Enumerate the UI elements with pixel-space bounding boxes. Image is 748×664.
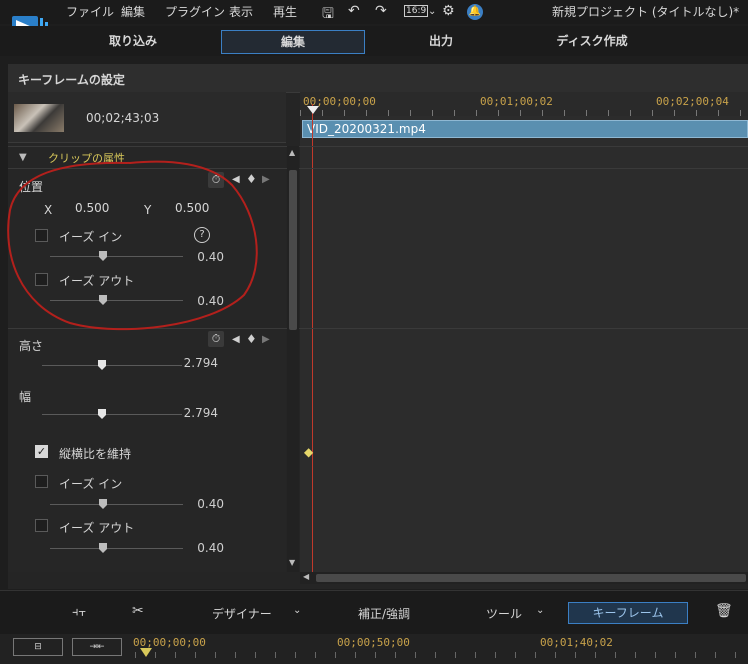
thumb-timecode: 00;02;43;03	[86, 111, 160, 125]
scroll-thumb[interactable]	[289, 170, 297, 330]
playhead-handle-icon[interactable]	[307, 106, 319, 114]
keyframe-marker-icon[interactable]: ◆	[304, 445, 313, 459]
add-keyframe-icon[interactable]: ♦	[246, 332, 257, 346]
scroll-up-icon[interactable]: ▲	[289, 148, 295, 157]
bottom-ruler-label: 00;01;40;02	[540, 636, 613, 649]
height-label: 高さ	[19, 339, 44, 353]
split-icon[interactable]: ⫞⫟	[72, 605, 86, 620]
scroll-left-icon[interactable]: ◀	[303, 572, 309, 581]
notification-icon[interactable]: 🔔	[467, 4, 483, 20]
prev-keyframe-icon[interactable]: ◀	[232, 334, 240, 345]
next-keyframe-icon[interactable]: ▶	[262, 334, 270, 345]
menu-playback[interactable]: 再生	[273, 3, 297, 20]
tab-edit[interactable]: 編集	[221, 30, 365, 54]
ease-in-value-2: 0.40	[197, 497, 224, 511]
save-icon[interactable]: 🖫	[322, 3, 334, 27]
panel-title: キーフレームの設定	[18, 73, 125, 87]
menu-view[interactable]: 表示	[229, 3, 253, 20]
scissors-icon[interactable]: ✂	[132, 603, 144, 619]
aspect-ratio-button[interactable]: 16:9	[404, 5, 429, 17]
main-timeline-strip: ⊟ ⇥⇤ 00;00;00;00 00;00;50;00 00;01;40;02	[0, 634, 748, 664]
menu-edit[interactable]: 編集	[121, 3, 145, 20]
fit-timeline-icon[interactable]: ⇥⇤	[72, 638, 122, 656]
menu-plugin[interactable]: プラグイン	[165, 3, 225, 20]
hscroll-thumb[interactable]	[316, 574, 746, 582]
annotation-circle	[7, 160, 258, 331]
bottom-playhead-icon[interactable]	[140, 648, 152, 657]
ease-out-checkbox-2[interactable]	[35, 519, 48, 532]
keyframe-timeline[interactable]: VID_20200321.mp4	[300, 116, 748, 572]
ease-in-label-2: イーズ イン	[59, 477, 123, 491]
keyframe-button[interactable]: キーフレーム	[568, 602, 688, 624]
trash-icon[interactable]: 🗑	[715, 603, 733, 619]
ease-in-checkbox-2[interactable]	[35, 475, 48, 488]
scroll-down-icon[interactable]: ▼	[289, 558, 295, 567]
ruler-tick-label: 00;01;00;02	[480, 95, 553, 108]
chevron-down-icon[interactable]: ⌄	[536, 605, 544, 616]
undo-icon[interactable]: ↶	[348, 3, 360, 19]
height-value: 2.794	[183, 356, 218, 370]
vertical-scrollbar[interactable]: ▲ ▼	[287, 146, 299, 572]
redo-icon[interactable]: ↷	[375, 3, 387, 19]
tab-output[interactable]: 出力	[386, 30, 496, 52]
keep-aspect-label: 縦横比を維持	[59, 447, 132, 461]
ease-out-value-2: 0.40	[197, 541, 224, 555]
clip-name: VID_20200321.mp4	[307, 122, 426, 136]
timeline-ruler[interactable]: 00;00;00;00 00;01;00;02 00;02;00;04	[300, 92, 748, 116]
playhead[interactable]	[312, 104, 313, 572]
width-label: 幅	[19, 390, 32, 404]
tab-import[interactable]: 取り込み	[78, 30, 188, 52]
correction-button[interactable]: 補正/強調	[358, 605, 410, 622]
mode-tabs: 取り込み 編集 出力 ディスク作成	[0, 26, 748, 56]
stopwatch-icon[interactable]: ⏱	[208, 331, 224, 347]
menu-bar: ファイル 編集 プラグイン 表示 再生 🖫 ↶ ↷ 16:9 ⌄ ⚙ 🔔 新規プ…	[0, 0, 748, 38]
tools-button[interactable]: ツール	[486, 605, 522, 622]
gear-icon[interactable]: ⚙	[442, 3, 455, 19]
keep-aspect-checkbox[interactable]: ✓	[35, 445, 48, 458]
menu-file[interactable]: ファイル	[66, 3, 114, 20]
ease-out-label-2: イーズ アウト	[59, 521, 135, 535]
tab-disc[interactable]: ディスク作成	[530, 30, 654, 52]
project-title: 新規プロジェクト (タイトルなし)*	[552, 5, 740, 19]
clip-thumbnail[interactable]	[14, 104, 64, 132]
clip-bar[interactable]: VID_20200321.mp4	[302, 120, 748, 138]
chevron-down-icon[interactable]: ⌄	[293, 605, 301, 616]
width-value: 2.794	[183, 406, 218, 420]
ruler-tick-label: 00;02;00;04	[656, 95, 729, 108]
clip-thumbnail-row: 00;02;43;03	[8, 92, 286, 143]
chevron-down-icon[interactable]: ⌄	[428, 6, 436, 17]
designer-button[interactable]: デザイナー	[212, 605, 272, 622]
timeline-view-icon[interactable]: ⊟	[13, 638, 63, 656]
bottom-ruler-ticks	[135, 652, 748, 658]
horizontal-scrollbar[interactable]: ◀	[300, 572, 748, 584]
edit-toolbar: ⫞⫟ ✂ デザイナー ⌄ 補正/強調 ツール ⌄ キーフレーム 🗑	[0, 590, 748, 635]
panel-header: キーフレームの設定	[8, 64, 748, 93]
bottom-ruler-label: 00;00;50;00	[337, 636, 410, 649]
